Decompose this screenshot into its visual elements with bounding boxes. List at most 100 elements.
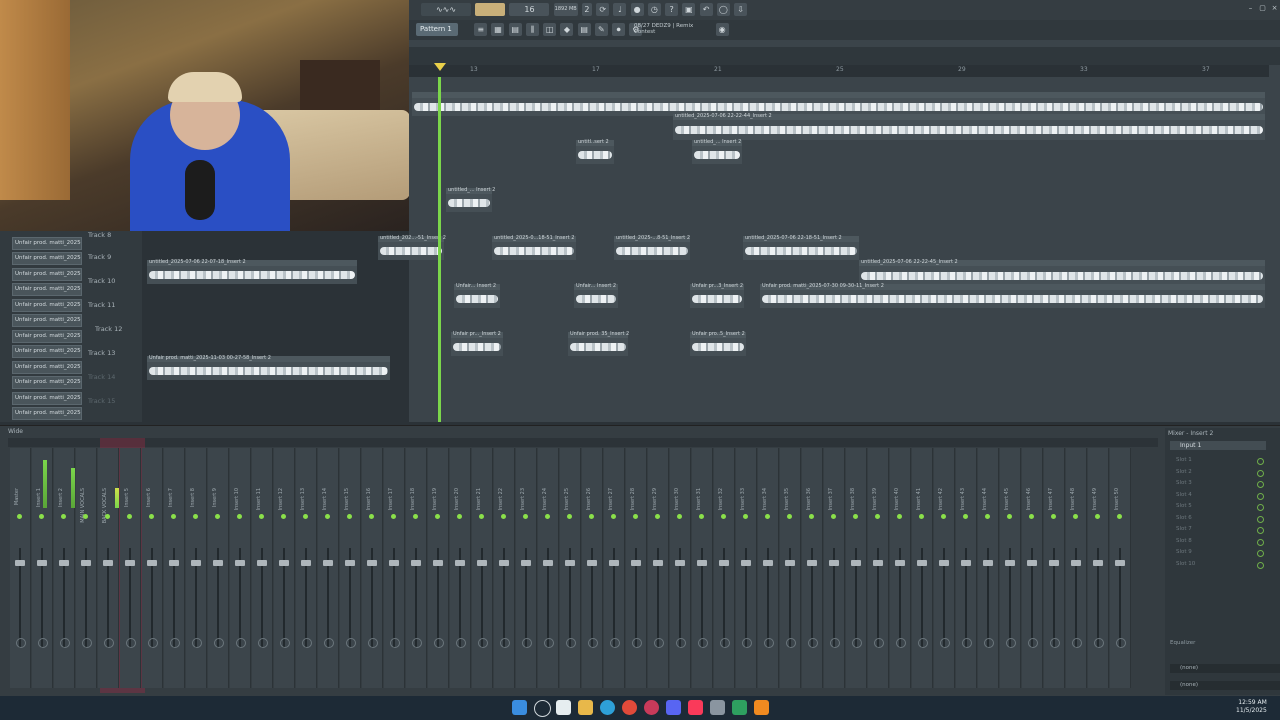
- route-knob[interactable]: [742, 638, 752, 648]
- volume-fader[interactable]: [983, 560, 993, 566]
- route-knob[interactable]: [258, 638, 268, 648]
- volume-fader[interactable]: [477, 560, 487, 566]
- pattern-item[interactable]: Unfair prod. matti_2025-: [12, 314, 82, 327]
- effect-slot[interactable]: Slot 10: [1172, 560, 1256, 569]
- route-knob[interactable]: [434, 638, 444, 648]
- route-knob[interactable]: [1028, 638, 1038, 648]
- pattern-item[interactable]: Unfair prod. matti_2025-: [12, 392, 82, 405]
- strip-active-led[interactable]: [765, 514, 770, 519]
- route-knob[interactable]: [874, 638, 884, 648]
- volume-fader[interactable]: [191, 560, 201, 566]
- strip-active-led[interactable]: [897, 514, 902, 519]
- slot-enable-led[interactable]: [1257, 515, 1264, 523]
- mixer-strip[interactable]: Insert 30: [670, 448, 691, 688]
- route-knob[interactable]: [698, 638, 708, 648]
- mixer-strip[interactable]: Insert 19: [428, 448, 449, 688]
- audio-clip[interactable]: untitled_2025-07-06 22-07-18_Insert 2: [147, 259, 357, 284]
- mixer-strip[interactable]: Insert 45: [1000, 448, 1021, 688]
- mixer-strip[interactable]: BACK VOCALS: [98, 448, 119, 688]
- slot-enable-led[interactable]: [1257, 469, 1264, 477]
- strip-active-led[interactable]: [787, 514, 792, 519]
- mixer-strip[interactable]: Insert 15: [340, 448, 361, 688]
- strip-active-led[interactable]: [567, 514, 572, 519]
- route-knob[interactable]: [764, 638, 774, 648]
- mixer-strip[interactable]: Insert 10: [230, 448, 251, 688]
- strip-active-led[interactable]: [941, 514, 946, 519]
- plugin-icon[interactable]: ◆: [560, 23, 574, 36]
- route-knob[interactable]: [566, 638, 576, 648]
- pattern-item[interactable]: Unfair prod. matti_2025-: [12, 330, 82, 343]
- mixer-strip[interactable]: Insert 39: [868, 448, 889, 688]
- mixer-strip[interactable]: Insert 25: [560, 448, 581, 688]
- help-icon[interactable]: ?: [665, 3, 679, 16]
- strip-active-led[interactable]: [1117, 514, 1122, 519]
- slot-enable-led[interactable]: [1257, 550, 1264, 557]
- strip-active-led[interactable]: [545, 514, 550, 519]
- route-knob[interactable]: [192, 638, 202, 648]
- effect-slot[interactable]: Slot 5: [1172, 502, 1256, 511]
- loop-icon[interactable]: ⟳: [596, 3, 610, 16]
- route-knob[interactable]: [148, 638, 158, 648]
- mixer-strip[interactable]: Insert 9: [208, 448, 229, 688]
- route-knob[interactable]: [1050, 638, 1060, 648]
- mixer-strip[interactable]: Insert 26: [582, 448, 603, 688]
- track-header-11[interactable]: Track 11: [88, 301, 142, 325]
- route-knob[interactable]: [236, 638, 246, 648]
- strip-active-led[interactable]: [831, 514, 836, 519]
- route-knob[interactable]: [830, 638, 840, 648]
- mixer-strip[interactable]: Insert 24: [538, 448, 559, 688]
- audio-clip[interactable]: untitled_2025-0...18-51_Insert 2: [492, 235, 576, 260]
- mixer-strip[interactable]: Master: [10, 448, 31, 688]
- mixer-strip[interactable]: Insert 38: [846, 448, 867, 688]
- fl-studio-icon[interactable]: [754, 700, 769, 715]
- route-knob[interactable]: [412, 638, 422, 648]
- mixer-strip[interactable]: Insert 17: [384, 448, 405, 688]
- route-knob[interactable]: [324, 638, 334, 648]
- mixer-strip[interactable]: Insert 8: [186, 448, 207, 688]
- mixer-strip[interactable]: Insert 37: [824, 448, 845, 688]
- volume-fader[interactable]: [499, 560, 509, 566]
- mixer-strip[interactable]: Insert 36: [802, 448, 823, 688]
- mixer-strip[interactable]: Insert 29: [648, 448, 669, 688]
- strip-active-led[interactable]: [39, 514, 44, 519]
- route-knob[interactable]: [1006, 638, 1016, 648]
- volume-fader[interactable]: [301, 560, 311, 566]
- strip-active-led[interactable]: [655, 514, 660, 519]
- route-knob[interactable]: [60, 638, 70, 648]
- volume-fader[interactable]: [939, 560, 949, 566]
- route-knob[interactable]: [104, 638, 114, 648]
- strip-active-led[interactable]: [369, 514, 374, 519]
- strip-active-led[interactable]: [435, 514, 440, 519]
- effect-slot[interactable]: Slot 9: [1172, 548, 1256, 557]
- wait-icon[interactable]: ◷: [647, 3, 661, 16]
- mixer-strip[interactable]: Insert 40: [890, 448, 911, 688]
- mic-icon[interactable]: ●: [630, 3, 644, 16]
- track-header-10[interactable]: Track 10: [88, 277, 142, 301]
- chat-icon[interactable]: ◯: [716, 3, 730, 16]
- mixer-strip[interactable]: MAIN VOCALS: [76, 448, 97, 688]
- audio-clip[interactable]: untitled_2025-07-06 22-22-44_Insert 2: [673, 113, 1265, 140]
- volume-fader[interactable]: [103, 560, 113, 566]
- strip-active-led[interactable]: [985, 514, 990, 519]
- route-knob[interactable]: [500, 638, 510, 648]
- volume-fader[interactable]: [345, 560, 355, 566]
- pattern-item[interactable]: Unfair prod. matti_2025-: [12, 299, 82, 312]
- pattern-item[interactable]: Unfair prod. matti_2025-: [12, 268, 82, 281]
- mixer-strip[interactable]: Insert 49: [1088, 448, 1109, 688]
- system-clock[interactable]: 12:59 AM 11/5/2025: [1236, 699, 1267, 715]
- audio-clip[interactable]: untitled_... Insert 2: [692, 139, 742, 164]
- playlist-icon[interactable]: ≡: [474, 23, 488, 36]
- strip-active-led[interactable]: [699, 514, 704, 519]
- volume-fader[interactable]: [235, 560, 245, 566]
- strip-active-led[interactable]: [303, 514, 308, 519]
- mixer-strip[interactable]: Insert 34: [758, 448, 779, 688]
- route-knob[interactable]: [346, 638, 356, 648]
- volume-fader[interactable]: [763, 560, 773, 566]
- strip-active-led[interactable]: [237, 514, 242, 519]
- slot-enable-led[interactable]: [1257, 492, 1264, 500]
- volume-fader[interactable]: [455, 560, 465, 566]
- mixer-strip[interactable]: Insert 22: [494, 448, 515, 688]
- volume-fader[interactable]: [719, 560, 729, 566]
- mixer-strip[interactable]: Insert 44: [978, 448, 999, 688]
- strip-active-led[interactable]: [457, 514, 462, 519]
